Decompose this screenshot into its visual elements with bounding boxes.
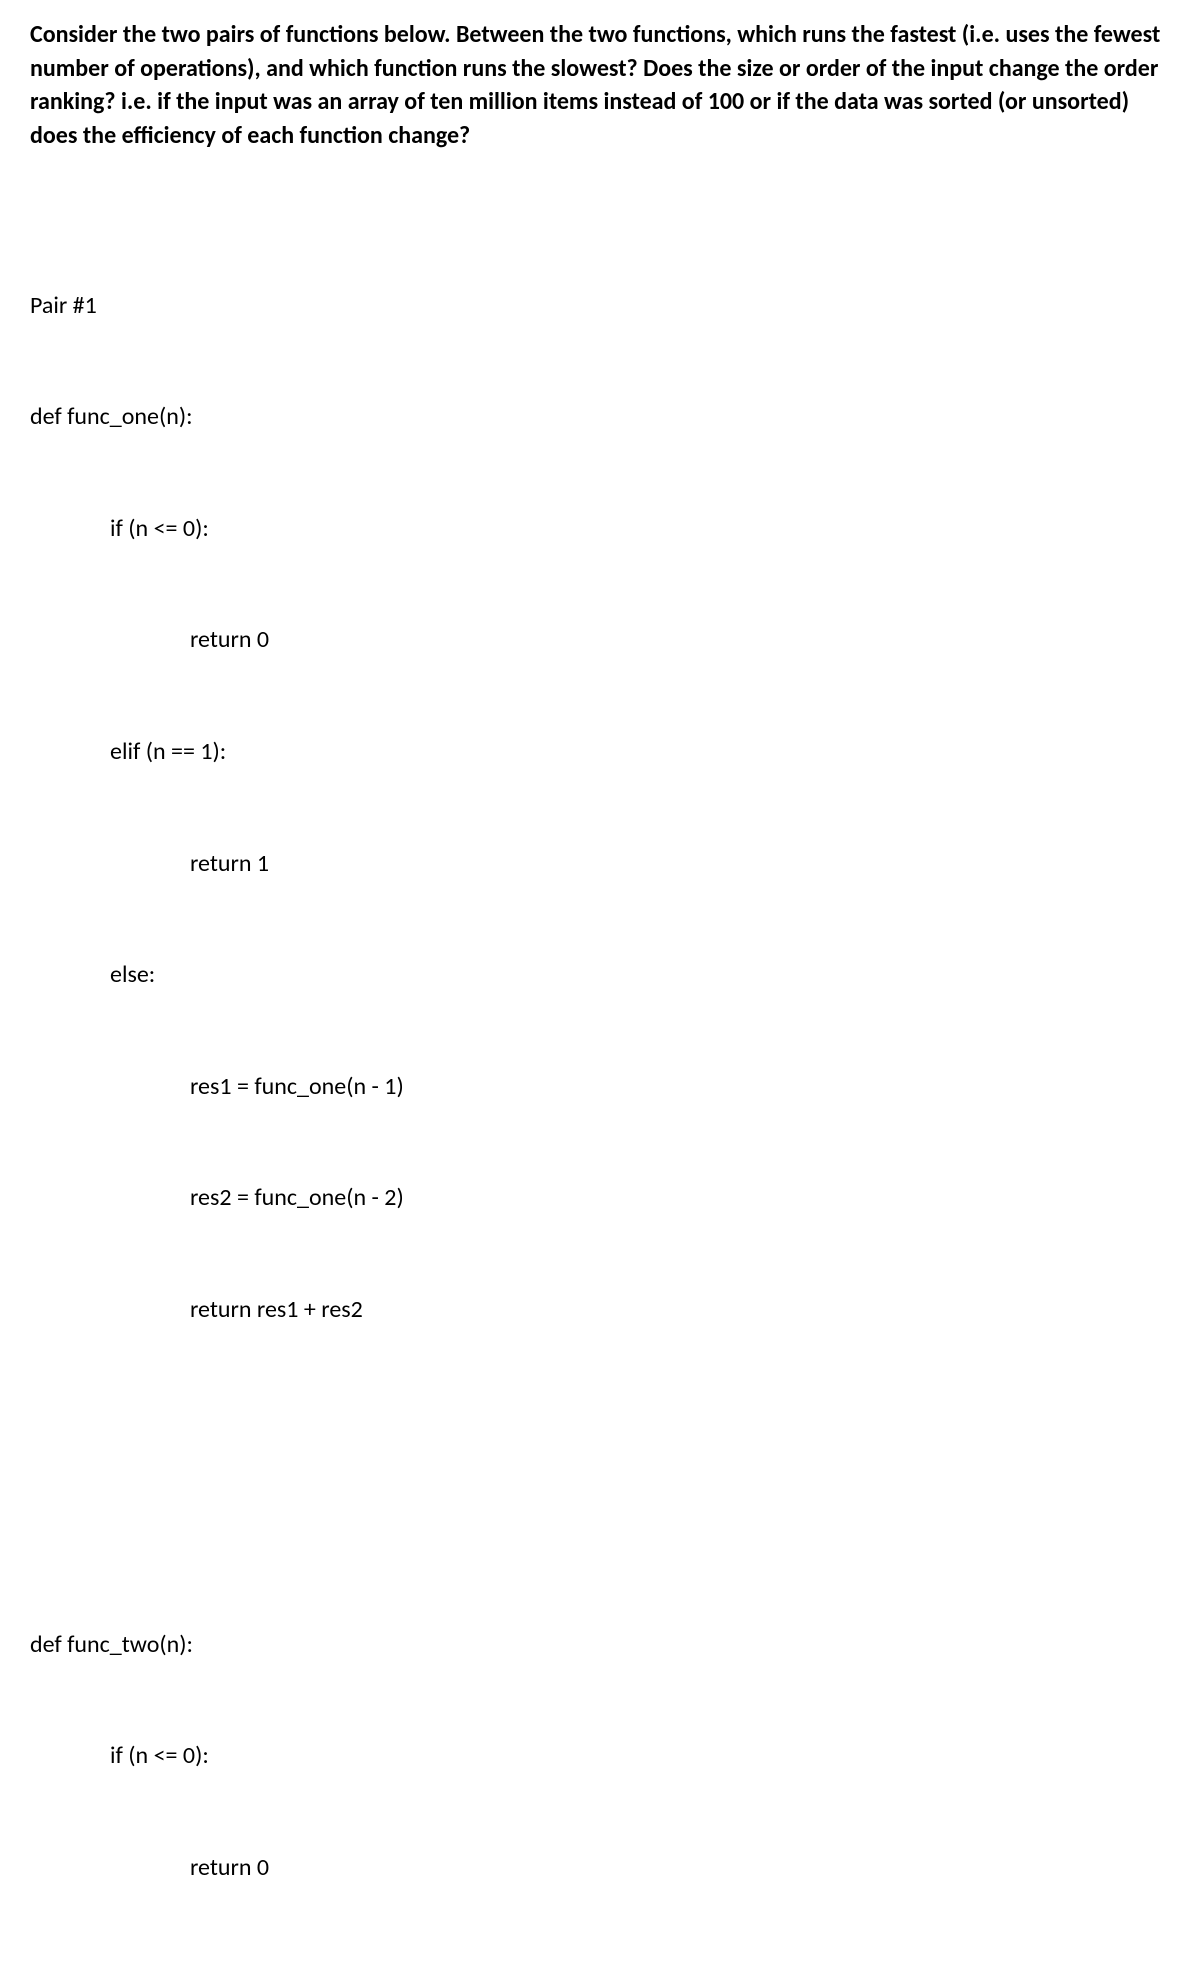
- func-one-return1: return 1: [30, 845, 1170, 882]
- func-two-return0: return 0: [30, 1849, 1170, 1886]
- blank-line: [30, 1402, 1170, 1439]
- func-one-res1: res1 = func_one(n - 1): [30, 1068, 1170, 1105]
- func-two-if: if (n <= 0):: [30, 1737, 1170, 1774]
- func-one-res2: res2 = func_one(n - 2): [30, 1179, 1170, 1216]
- func-one-elif: elif (n == 1):: [30, 733, 1170, 770]
- func-one-else: else:: [30, 956, 1170, 993]
- func-two-num1: num1 = 0: [30, 1960, 1170, 1962]
- func-one-return-sum: return res1 + res2: [30, 1291, 1170, 1328]
- func-one-if: if (n <= 0):: [30, 510, 1170, 547]
- func-one-def: def func_one(n):: [30, 398, 1170, 435]
- func-two-def: def func_two(n):: [30, 1626, 1170, 1663]
- pair-label: Pair #1: [30, 287, 1170, 324]
- code-content: Pair #1 def func_one(n): if (n <= 0): re…: [30, 212, 1170, 1962]
- question-text: Consider the two pairs of functions belo…: [30, 18, 1170, 152]
- func-one-return0: return 0: [30, 621, 1170, 658]
- blank-line: [30, 1514, 1170, 1551]
